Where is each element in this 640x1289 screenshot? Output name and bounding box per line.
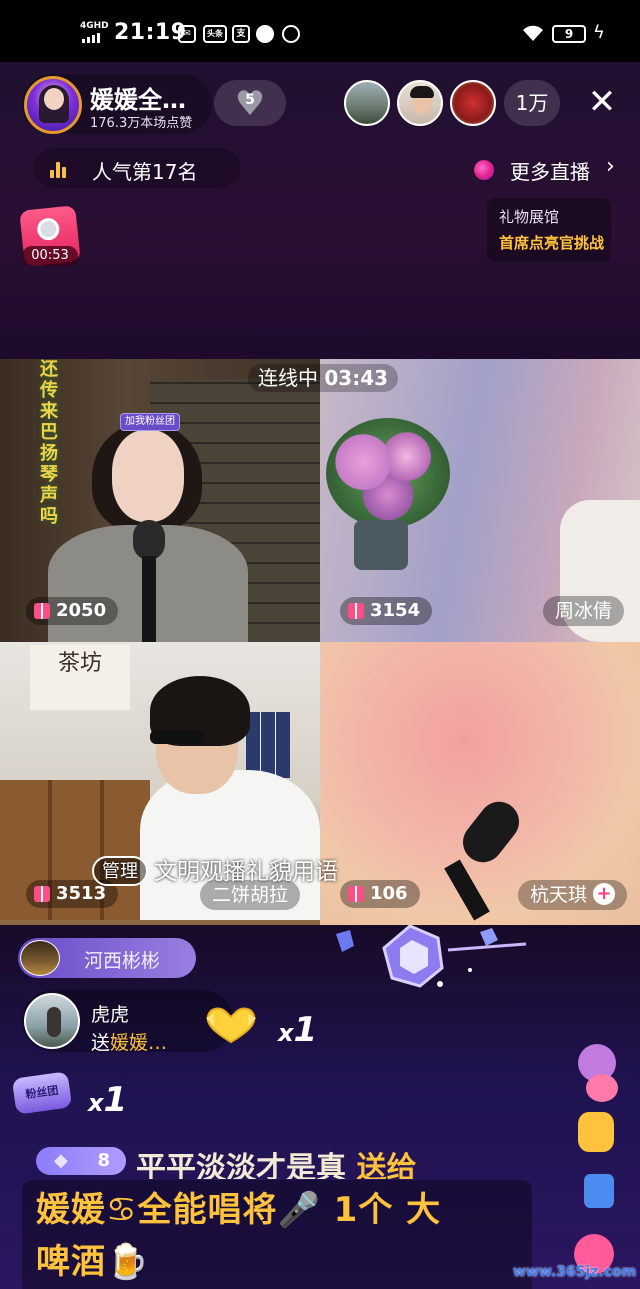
viewer-avatar[interactable]	[397, 80, 443, 126]
link-label: 连线中	[258, 366, 318, 390]
mail-icon: ✉	[178, 25, 196, 43]
wifi-icon	[523, 25, 543, 41]
yellow-heart-gift-icon	[206, 1007, 256, 1044]
link-timer: 连线中 03:43	[248, 364, 399, 392]
toutiao-icon: 头条	[203, 25, 227, 43]
gift-multiplier: x1	[278, 1010, 318, 1050]
link-time: 03:43	[324, 366, 389, 390]
chevron-right-icon[interactable]: ›	[606, 154, 615, 179]
network-type: 4GHD	[80, 21, 109, 31]
gift-sender: 虎虎	[91, 1004, 130, 1026]
rank-label[interactable]: 人气第17名	[92, 156, 197, 185]
diamond-icon: ◆	[54, 1150, 68, 1171]
more-live-icon[interactable]	[474, 160, 494, 180]
watermark: www.365jz.com	[513, 1264, 637, 1280]
tile-name-2[interactable]: 周冰倩	[543, 596, 625, 626]
tile-score-1[interactable]: 2050	[26, 597, 119, 625]
viewer-avatar[interactable]	[450, 80, 496, 126]
clock: 21:19	[114, 20, 187, 45]
host-avatar[interactable]	[24, 76, 82, 134]
neon-sign-text: 还传来巴扬琴声吗	[40, 359, 58, 527]
follow-plus-icon[interactable]: +	[593, 883, 616, 905]
cancer-zodiac-icon: ♋	[106, 1190, 138, 1230]
gift-hall-title: 礼物展馆	[499, 208, 560, 226]
tile-name-4[interactable]: 杭天琪 +	[518, 880, 628, 910]
microphone-emoji-icon: 🎤	[277, 1190, 321, 1230]
battery-icon: 9	[552, 25, 586, 43]
microphone-icon	[133, 520, 165, 560]
gift-banner: ◆ 8 平平淡淡才是真 送给	[36, 1143, 508, 1179]
gift-hall-subtitle: 首席点亮官挑战	[499, 234, 605, 252]
flower-bouquet	[326, 418, 450, 528]
gift-description: 送媛媛…	[91, 1032, 168, 1054]
fan-club-button[interactable]: ♥ 5	[214, 80, 286, 126]
lightning-icon	[584, 1174, 614, 1208]
avatar[interactable]	[24, 993, 80, 1049]
books	[246, 712, 290, 778]
host-name[interactable]: 媛媛全…	[90, 80, 186, 115]
fan-club-tag: 加我粉丝团	[120, 413, 180, 431]
admin-tag: 管理	[92, 856, 148, 886]
admin-notice: 管理 文明观播礼貌用语	[92, 852, 338, 886]
status-bar: 4GHD 21:19 ✉ 头条 支 9 ϟ	[0, 0, 640, 62]
floating-reactions	[568, 1038, 638, 1289]
gem-gift-icon	[336, 924, 527, 988]
tile-score-2[interactable]: 3154	[340, 597, 433, 625]
calligraphy-scroll: 茶坊	[30, 645, 130, 710]
reaction-icon	[586, 1074, 618, 1102]
viewer-count[interactable]: 1万	[504, 80, 560, 126]
beer-emoji-icon: 🍺	[106, 1242, 150, 1282]
host-likes: 176.3万本场点赞	[90, 116, 193, 131]
message-icon	[256, 25, 274, 43]
signal-icon	[82, 33, 100, 43]
gift-icon	[34, 603, 50, 619]
close-button[interactable]: ✕	[582, 82, 622, 122]
gift-icon	[348, 886, 364, 902]
alipay-icon: 支	[232, 25, 250, 43]
more-live-button[interactable]: 更多直播	[510, 156, 590, 185]
avatar[interactable]	[20, 940, 60, 976]
gift-icon	[34, 886, 50, 902]
enter-user-name: 河西彬彬	[84, 950, 161, 972]
charging-icon: ϟ	[593, 22, 605, 43]
tile-score-4[interactable]: 106	[340, 880, 420, 908]
thumbs-up-icon	[578, 1112, 614, 1152]
music-timer: 00:53	[22, 246, 78, 266]
app-icon	[282, 25, 300, 43]
user-level-badge: ◆ 8	[36, 1147, 126, 1175]
viewer-avatar[interactable]	[344, 80, 390, 126]
gift-hall-banner[interactable]: 礼物展馆 首席点亮官挑战	[487, 198, 611, 262]
gift-icon	[348, 603, 364, 619]
sunglasses	[150, 730, 204, 744]
comment-message: 媛媛♋全能唱将🎤 1个 大 啤酒🍺	[36, 1190, 442, 1282]
fan-level: 5	[245, 92, 255, 108]
fan-gift-multiplier: x1	[88, 1080, 128, 1120]
rank-bars-icon	[50, 160, 66, 178]
